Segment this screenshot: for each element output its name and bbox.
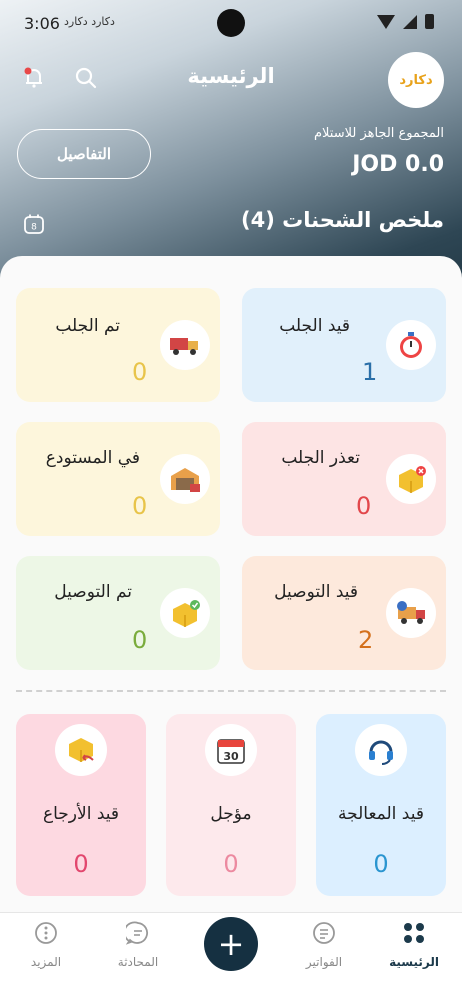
card-picked-up[interactable]: تم الجلب 0 <box>16 288 220 402</box>
ready-amount-label: المجموع الجاهز للاستلام <box>313 126 444 141</box>
more-icon <box>35 922 57 944</box>
invoice-icon <box>313 922 335 944</box>
add-button[interactable]: + <box>204 917 258 971</box>
box-return-icon <box>55 724 107 776</box>
truck-icon <box>160 320 210 370</box>
bottom-nav: الرئيسية الفواتير + المحادثة المزيد <box>0 912 462 1000</box>
chat-icon <box>123 921 148 945</box>
headset-icon <box>355 724 407 776</box>
card-label: قيد الجلب <box>279 316 350 336</box>
card-in-warehouse[interactable]: في المستودع 0 <box>16 422 220 536</box>
card-count: 0 <box>223 850 239 878</box>
box-check-icon <box>160 588 210 638</box>
bell-icon[interactable] <box>22 66 46 90</box>
card-count: 0 <box>73 850 89 878</box>
card-label: تم الجلب <box>55 316 120 336</box>
search-icon[interactable] <box>74 66 98 90</box>
card-count: 0 <box>356 492 372 520</box>
card-count: 0 <box>132 626 148 654</box>
top-bar: دكارد الرئيسية <box>0 50 462 108</box>
delivery-truck-icon <box>386 588 436 638</box>
stopwatch-icon <box>386 320 436 370</box>
camera-cutout <box>217 9 245 37</box>
battery-icon <box>425 14 434 29</box>
details-button[interactable]: التفاصيل <box>17 129 151 179</box>
nav-invoices[interactable]: الفواتير <box>284 921 364 969</box>
card-count: 2 <box>358 626 374 654</box>
status-notifications: دكارد دكارد <box>64 15 115 28</box>
card-postponed[interactable]: 30 مؤجل 0 <box>166 714 296 896</box>
card-count: 1 <box>362 358 378 386</box>
card-pickup-pending[interactable]: قيد الجلب 1 <box>242 288 446 402</box>
card-label: قيد الأرجاع <box>42 804 120 824</box>
calendar-icon[interactable]: 8 <box>22 212 46 236</box>
status-icons <box>377 14 434 29</box>
nav-invoices-label: الفواتير <box>305 955 343 969</box>
nav-chat-label: المحادثة <box>117 955 159 969</box>
nav-home-label: الرئيسية <box>389 955 439 969</box>
nav-chat[interactable]: المحادثة <box>98 921 178 969</box>
calendar-badge: 8 <box>31 223 37 233</box>
warehouse-icon <box>160 454 210 504</box>
nav-home[interactable]: الرئيسية <box>374 921 454 969</box>
card-out-for-delivery[interactable]: قيد التوصيل 2 <box>242 556 446 670</box>
ready-amount-value: JOD 0.0 <box>352 152 444 177</box>
status-time: 3:06 <box>24 14 60 33</box>
card-label: في المستودع <box>45 448 140 468</box>
grid-icon <box>404 923 424 943</box>
card-returning[interactable]: قيد الأرجاع 0 <box>16 714 146 896</box>
shipments-summary-title: ملخص الشحنات (4) <box>241 208 444 232</box>
calendar-30-icon: 30 <box>205 724 257 776</box>
page-title: الرئيسية <box>187 64 275 88</box>
card-label: تم التوصيل <box>54 582 132 602</box>
nav-more[interactable]: المزيد <box>6 921 86 969</box>
card-label: مؤجل <box>210 804 252 824</box>
card-count: 0 <box>132 492 148 520</box>
section-divider <box>16 690 446 692</box>
card-label: قيد التوصيل <box>274 582 358 602</box>
signal-icon <box>403 14 417 29</box>
card-label: قيد المعالجة <box>338 804 424 824</box>
svg-text:30: 30 <box>223 750 239 763</box>
status-bar: 3:06 دكارد دكارد <box>0 0 462 44</box>
box-error-icon <box>386 454 436 504</box>
card-label: تعذر الجلب <box>281 448 360 468</box>
nav-more-label: المزيد <box>30 955 62 969</box>
card-delivered[interactable]: تم التوصيل 0 <box>16 556 220 670</box>
wifi-icon <box>377 14 395 29</box>
card-count: 0 <box>373 850 389 878</box>
card-pickup-failed[interactable]: تعذر الجلب 0 <box>242 422 446 536</box>
card-processing[interactable]: قيد المعالجة 0 <box>316 714 446 896</box>
card-count: 0 <box>132 358 148 386</box>
